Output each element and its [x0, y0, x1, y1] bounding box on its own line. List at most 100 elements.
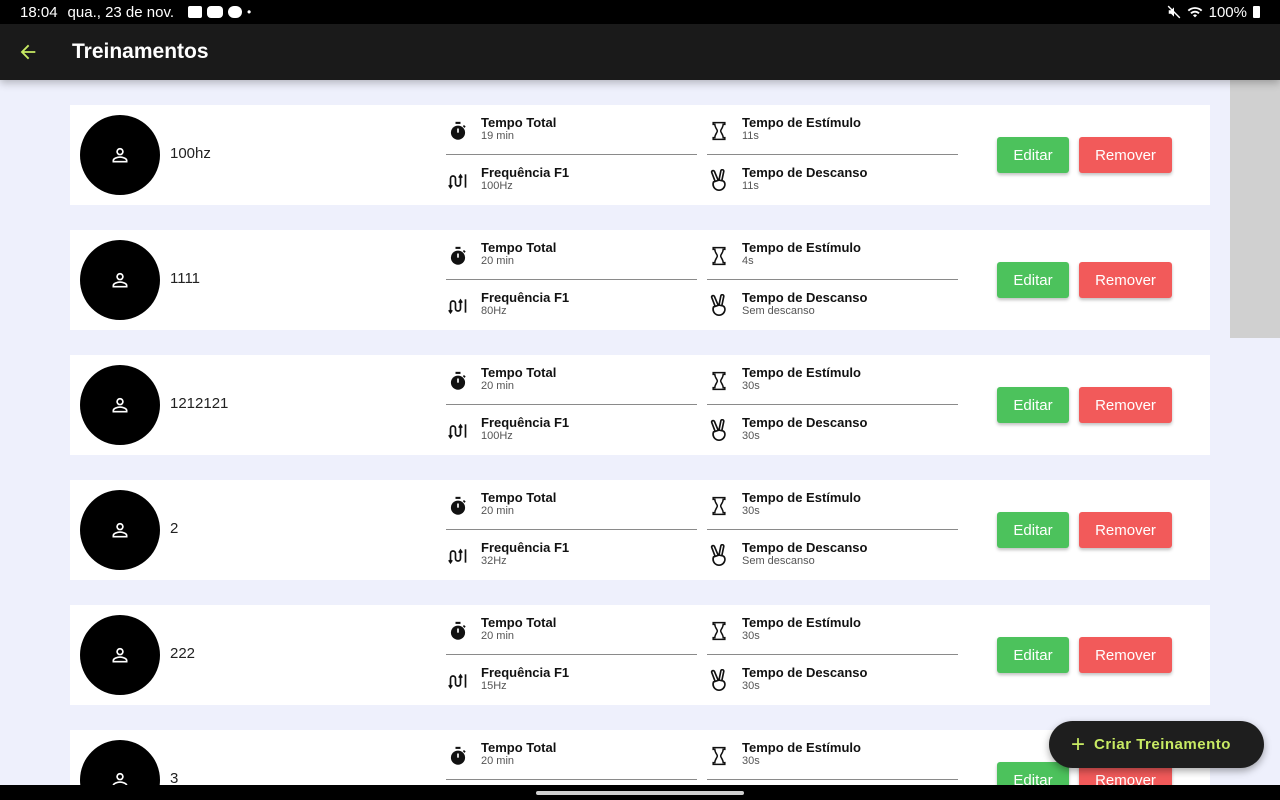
stat-value: 20 min: [481, 255, 515, 267]
app-bar: Treinamentos: [0, 24, 1280, 80]
avatar: [80, 365, 160, 445]
frequency-icon: [446, 669, 470, 693]
stat-title: Tempo de Descanso: [742, 290, 868, 305]
status-time: 18:04: [20, 3, 58, 21]
stat-value: 20 min: [481, 380, 515, 392]
stat-frequencia: Frequência F1 100Hz: [446, 155, 697, 205]
stat-tempo-descanso: Tempo de Descanso 30s: [707, 405, 958, 455]
stat-value: 4s: [742, 255, 754, 267]
person-icon: [110, 770, 130, 785]
remove-button[interactable]: Remover: [1079, 637, 1172, 673]
training-card: 100hz Tempo Total 19 min Tempo de Estímulo 1…: [70, 105, 1210, 205]
gallery-icon: [188, 6, 203, 18]
youtube-icon: [207, 6, 224, 18]
stat-frequencia: Frequência F1 32Hz: [446, 530, 697, 580]
hourglass-icon: [707, 744, 731, 768]
stat-title: Tempo de Estímulo: [742, 115, 861, 130]
training-list[interactable]: 100hz Tempo Total 19 min Tempo de Estímulo 1…: [0, 80, 1280, 785]
timer-icon: [446, 369, 470, 393]
plus-icon: +: [1071, 730, 1086, 758]
timer-icon: [446, 619, 470, 643]
remove-button[interactable]: Remover: [1079, 387, 1172, 423]
training-card: 3 Tempo Total 20 min Tempo de Estímulo 30s Ed…: [70, 730, 1210, 785]
stat-title: Tempo Total: [481, 615, 557, 630]
stat-title: Tempo de Estímulo: [742, 490, 861, 505]
stat-tempo-total: Tempo Total 19 min: [446, 105, 697, 155]
frequency-icon: [446, 544, 470, 568]
person-icon: [110, 270, 130, 290]
stat-value: 80Hz: [481, 305, 507, 317]
stat-title: Tempo de Descanso: [742, 415, 868, 430]
avatar: [80, 615, 160, 695]
edit-button[interactable]: Editar: [997, 387, 1069, 423]
stat-title: Tempo Total: [481, 115, 557, 130]
battery-level: 100%: [1208, 3, 1247, 21]
edit-button[interactable]: Editar: [997, 512, 1069, 548]
training-card: 1111 Tempo Total 20 min Tempo de Estímulo 4s…: [70, 230, 1210, 330]
stat-tempo-estimulo: Tempo de Estímulo 11s: [707, 105, 958, 155]
remove-button[interactable]: Remover: [1079, 262, 1172, 298]
rest-icon: [707, 544, 731, 568]
stat-value: 30s: [742, 505, 760, 517]
battery-icon: [1253, 6, 1260, 18]
rest-icon: [707, 669, 731, 693]
arrow-back-icon: [20, 44, 36, 60]
stat-value: 30s: [742, 680, 760, 692]
stat-title: Frequência F1: [481, 665, 570, 680]
stat-value: 11s: [742, 130, 759, 142]
person-icon: [110, 395, 130, 415]
stat-value: 20 min: [481, 505, 515, 517]
wifi-icon: [1187, 7, 1202, 18]
stat-title: Tempo de Estímulo: [742, 240, 861, 255]
training-card: 222 Tempo Total 20 min Tempo de Estímulo 30s…: [70, 605, 1210, 705]
training-card: 1212121 Tempo Total 20 min Tempo de Estímul…: [70, 355, 1210, 455]
training-name: 3: [170, 770, 179, 785]
training-name: 222: [170, 645, 196, 662]
stat-value: 100Hz: [481, 430, 513, 442]
rest-icon: [707, 169, 731, 193]
stat-tempo-descanso: Tempo de Descanso 11s: [707, 155, 958, 205]
edit-button[interactable]: Editar: [997, 637, 1069, 673]
scrollbar[interactable]: [1230, 80, 1280, 338]
stat-tempo-descanso: Tempo de Descanso Sem descanso: [707, 280, 958, 330]
stat-frequencia: Frequência F1 80Hz: [446, 280, 697, 330]
stat-value: 20 min: [481, 755, 515, 767]
stat-tempo-total: Tempo Total 20 min: [446, 230, 697, 280]
stat-tempo-estimulo: Tempo de Estímulo 30s: [707, 605, 958, 655]
create-training-label: Criar Treinamento: [1094, 736, 1231, 753]
training-name: 100hz: [170, 145, 211, 162]
person-icon: [110, 520, 130, 540]
stat-title: Frequência F1: [481, 415, 570, 430]
edit-button[interactable]: Editar: [997, 762, 1069, 785]
rest-icon: [707, 419, 731, 443]
training-card: 2 Tempo Total 20 min Tempo de Estímulo 30s Fr…: [70, 480, 1210, 580]
back-button[interactable]: [0, 24, 56, 80]
edit-button[interactable]: Editar: [997, 262, 1069, 298]
remove-button[interactable]: Remover: [1079, 512, 1172, 548]
stat-value: 30s: [742, 380, 760, 392]
stat-value: 100Hz: [481, 180, 513, 192]
stat-tempo-total: Tempo Total 20 min: [446, 480, 697, 530]
stat-value: 32Hz: [481, 555, 507, 567]
stat-tempo-estimulo: Tempo de Estímulo 4s: [707, 230, 958, 280]
avatar: [80, 115, 160, 195]
remove-button[interactable]: Remover: [1079, 137, 1172, 173]
hourglass-icon: [707, 119, 731, 143]
stat-tempo-descanso: Tempo de Descanso 30s: [707, 655, 958, 705]
timer-icon: [446, 744, 470, 768]
avatar: [80, 740, 160, 785]
stat-title: Tempo Total: [481, 740, 557, 755]
edit-button[interactable]: Editar: [997, 137, 1069, 173]
timer-icon: [446, 119, 470, 143]
stat-value: 30s: [742, 755, 760, 767]
stat-tempo-total: Tempo Total 20 min: [446, 730, 697, 780]
mute-icon: [1167, 5, 1180, 19]
hourglass-icon: [707, 494, 731, 518]
training-name: 1212121: [170, 395, 229, 412]
status-bar: 18:04 qua., 23 de nov. • 100%: [0, 0, 1280, 24]
stat-title: Frequência F1: [481, 540, 570, 555]
create-training-button[interactable]: + Criar Treinamento: [1049, 721, 1264, 768]
frequency-icon: [446, 419, 470, 443]
stat-tempo-estimulo: Tempo de Estímulo 30s: [707, 355, 958, 405]
home-handle[interactable]: [536, 791, 744, 795]
